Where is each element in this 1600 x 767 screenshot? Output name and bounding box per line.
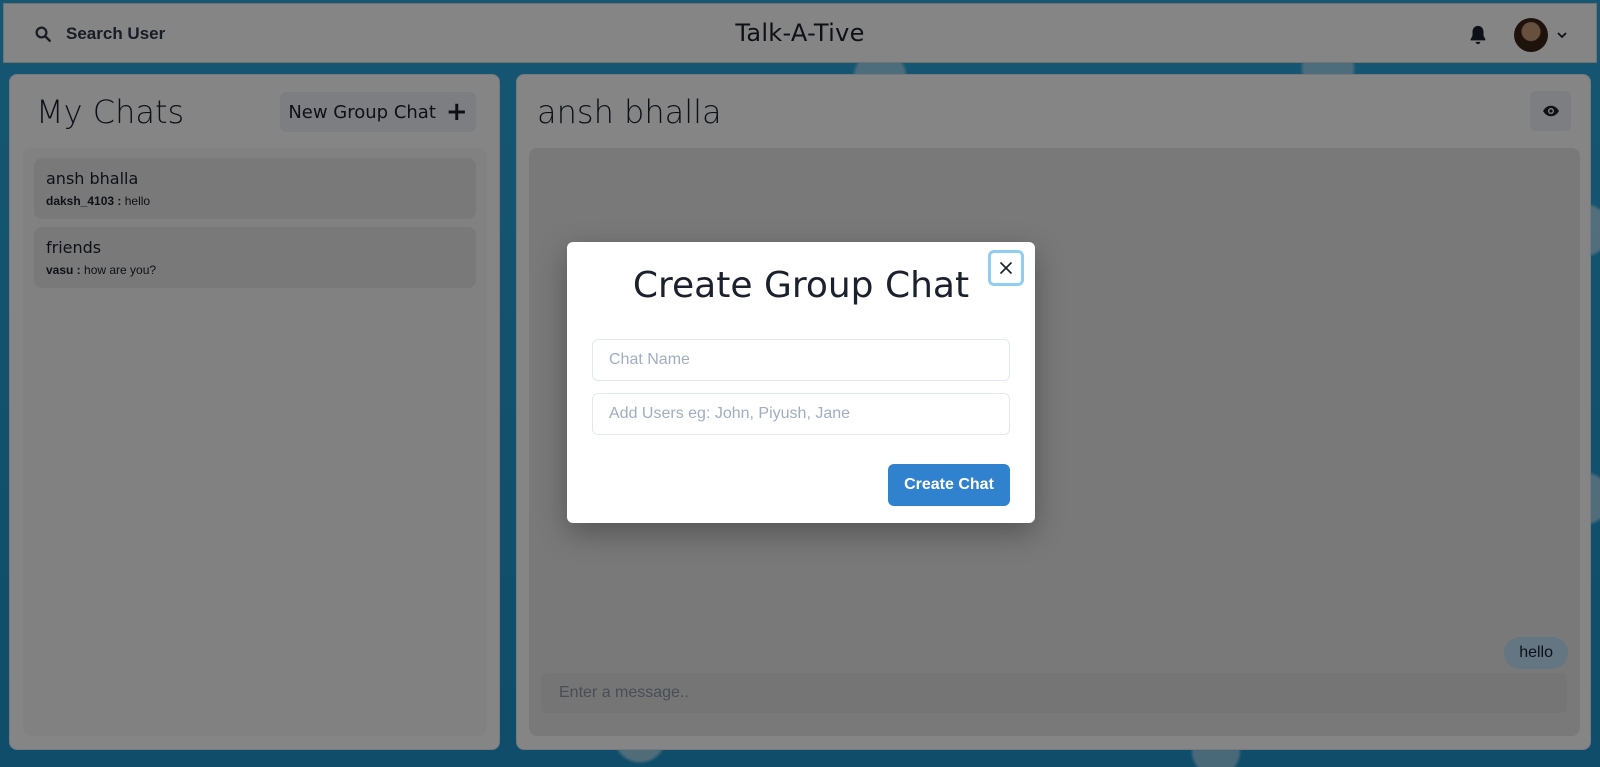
create-chat-button[interactable]: Create Chat [888,464,1010,506]
create-group-chat-modal: Create Group Chat Create Chat [567,242,1035,523]
chat-name-input[interactable] [592,339,1010,381]
close-icon [999,261,1013,275]
add-users-input[interactable] [592,393,1010,435]
modal-title: Create Group Chat [632,265,970,306]
modal-close-button[interactable] [988,250,1024,286]
